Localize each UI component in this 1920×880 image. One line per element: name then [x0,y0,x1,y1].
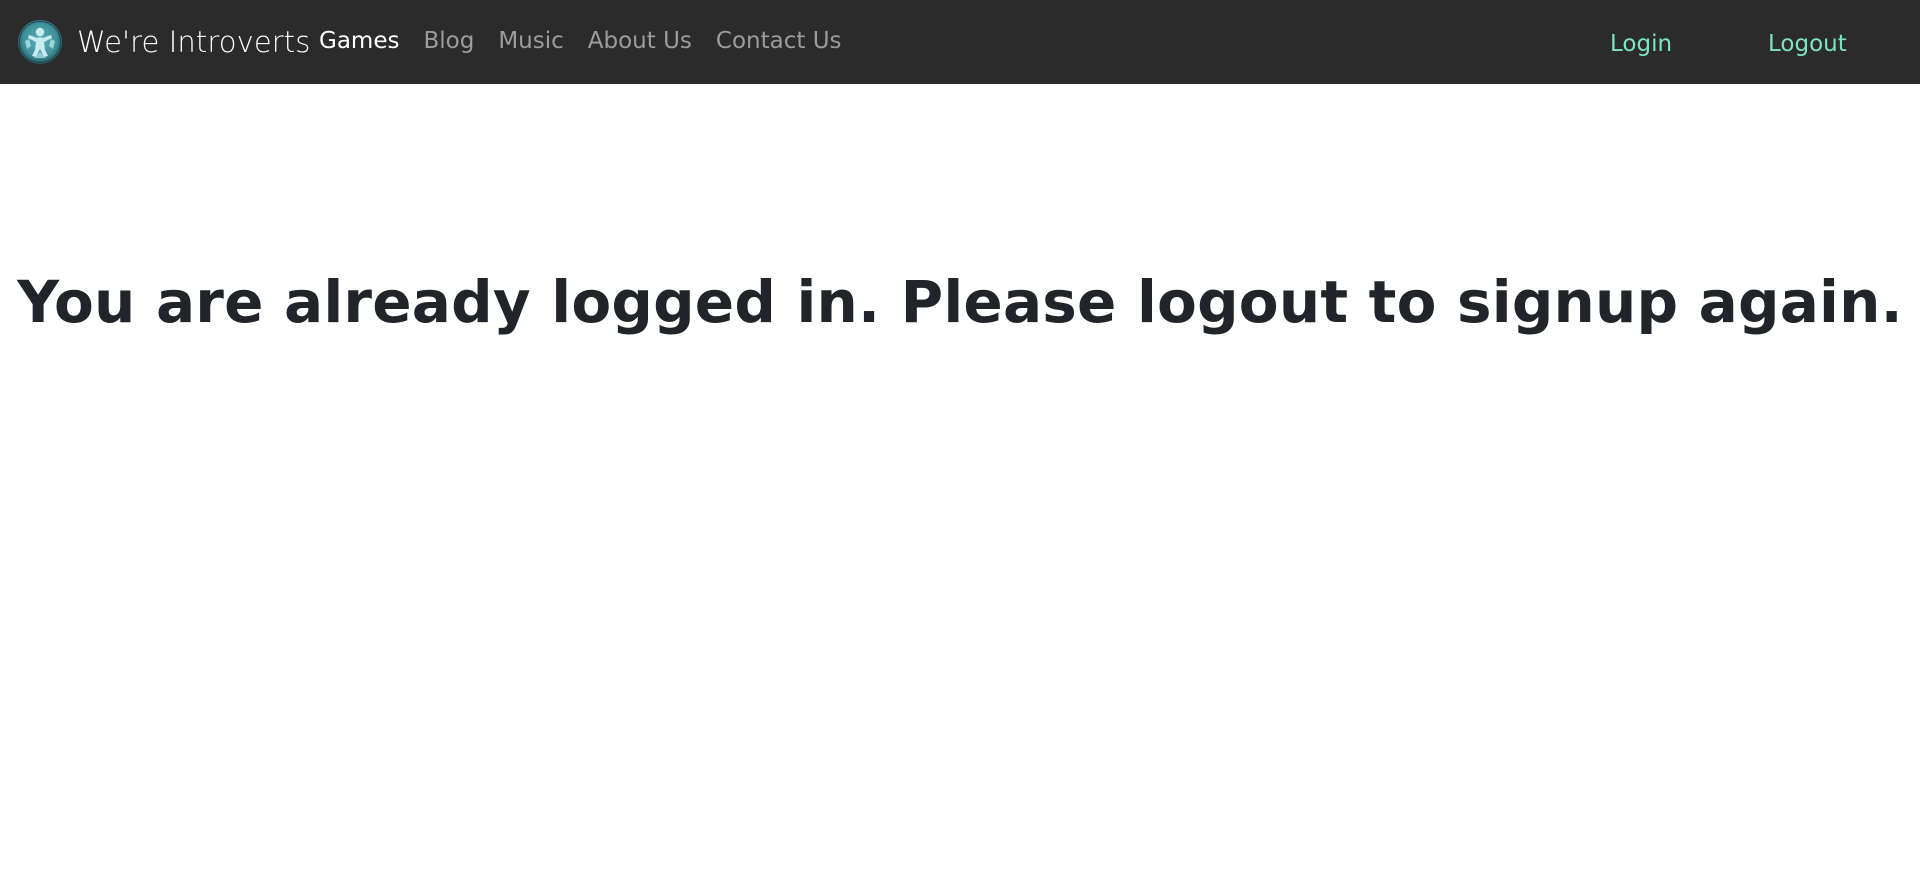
login-link[interactable]: Login [1610,0,1672,84]
brand-link[interactable]: We're Introverts [17,0,310,84]
introvert-figure-logo-icon [18,20,62,64]
nav-item-about-us[interactable]: About Us [588,28,692,56]
nav-item-blog[interactable]: Blog [423,28,474,56]
main-content: You are already logged in. Please logout… [0,84,1920,337]
logout-link[interactable]: Logout [1768,0,1847,84]
main-nav: Games Blog Music About Us Contact Us [319,0,866,84]
already-logged-in-message: You are already logged in. Please logout… [17,268,1903,336]
nav-item-music[interactable]: Music [498,28,563,56]
nav-item-games[interactable]: Games [319,28,399,56]
nav-item-contact-us[interactable]: Contact Us [716,28,842,56]
brand-name: We're Introverts [77,25,311,59]
top-navbar: We're Introverts Games Blog Music About … [0,0,1920,84]
